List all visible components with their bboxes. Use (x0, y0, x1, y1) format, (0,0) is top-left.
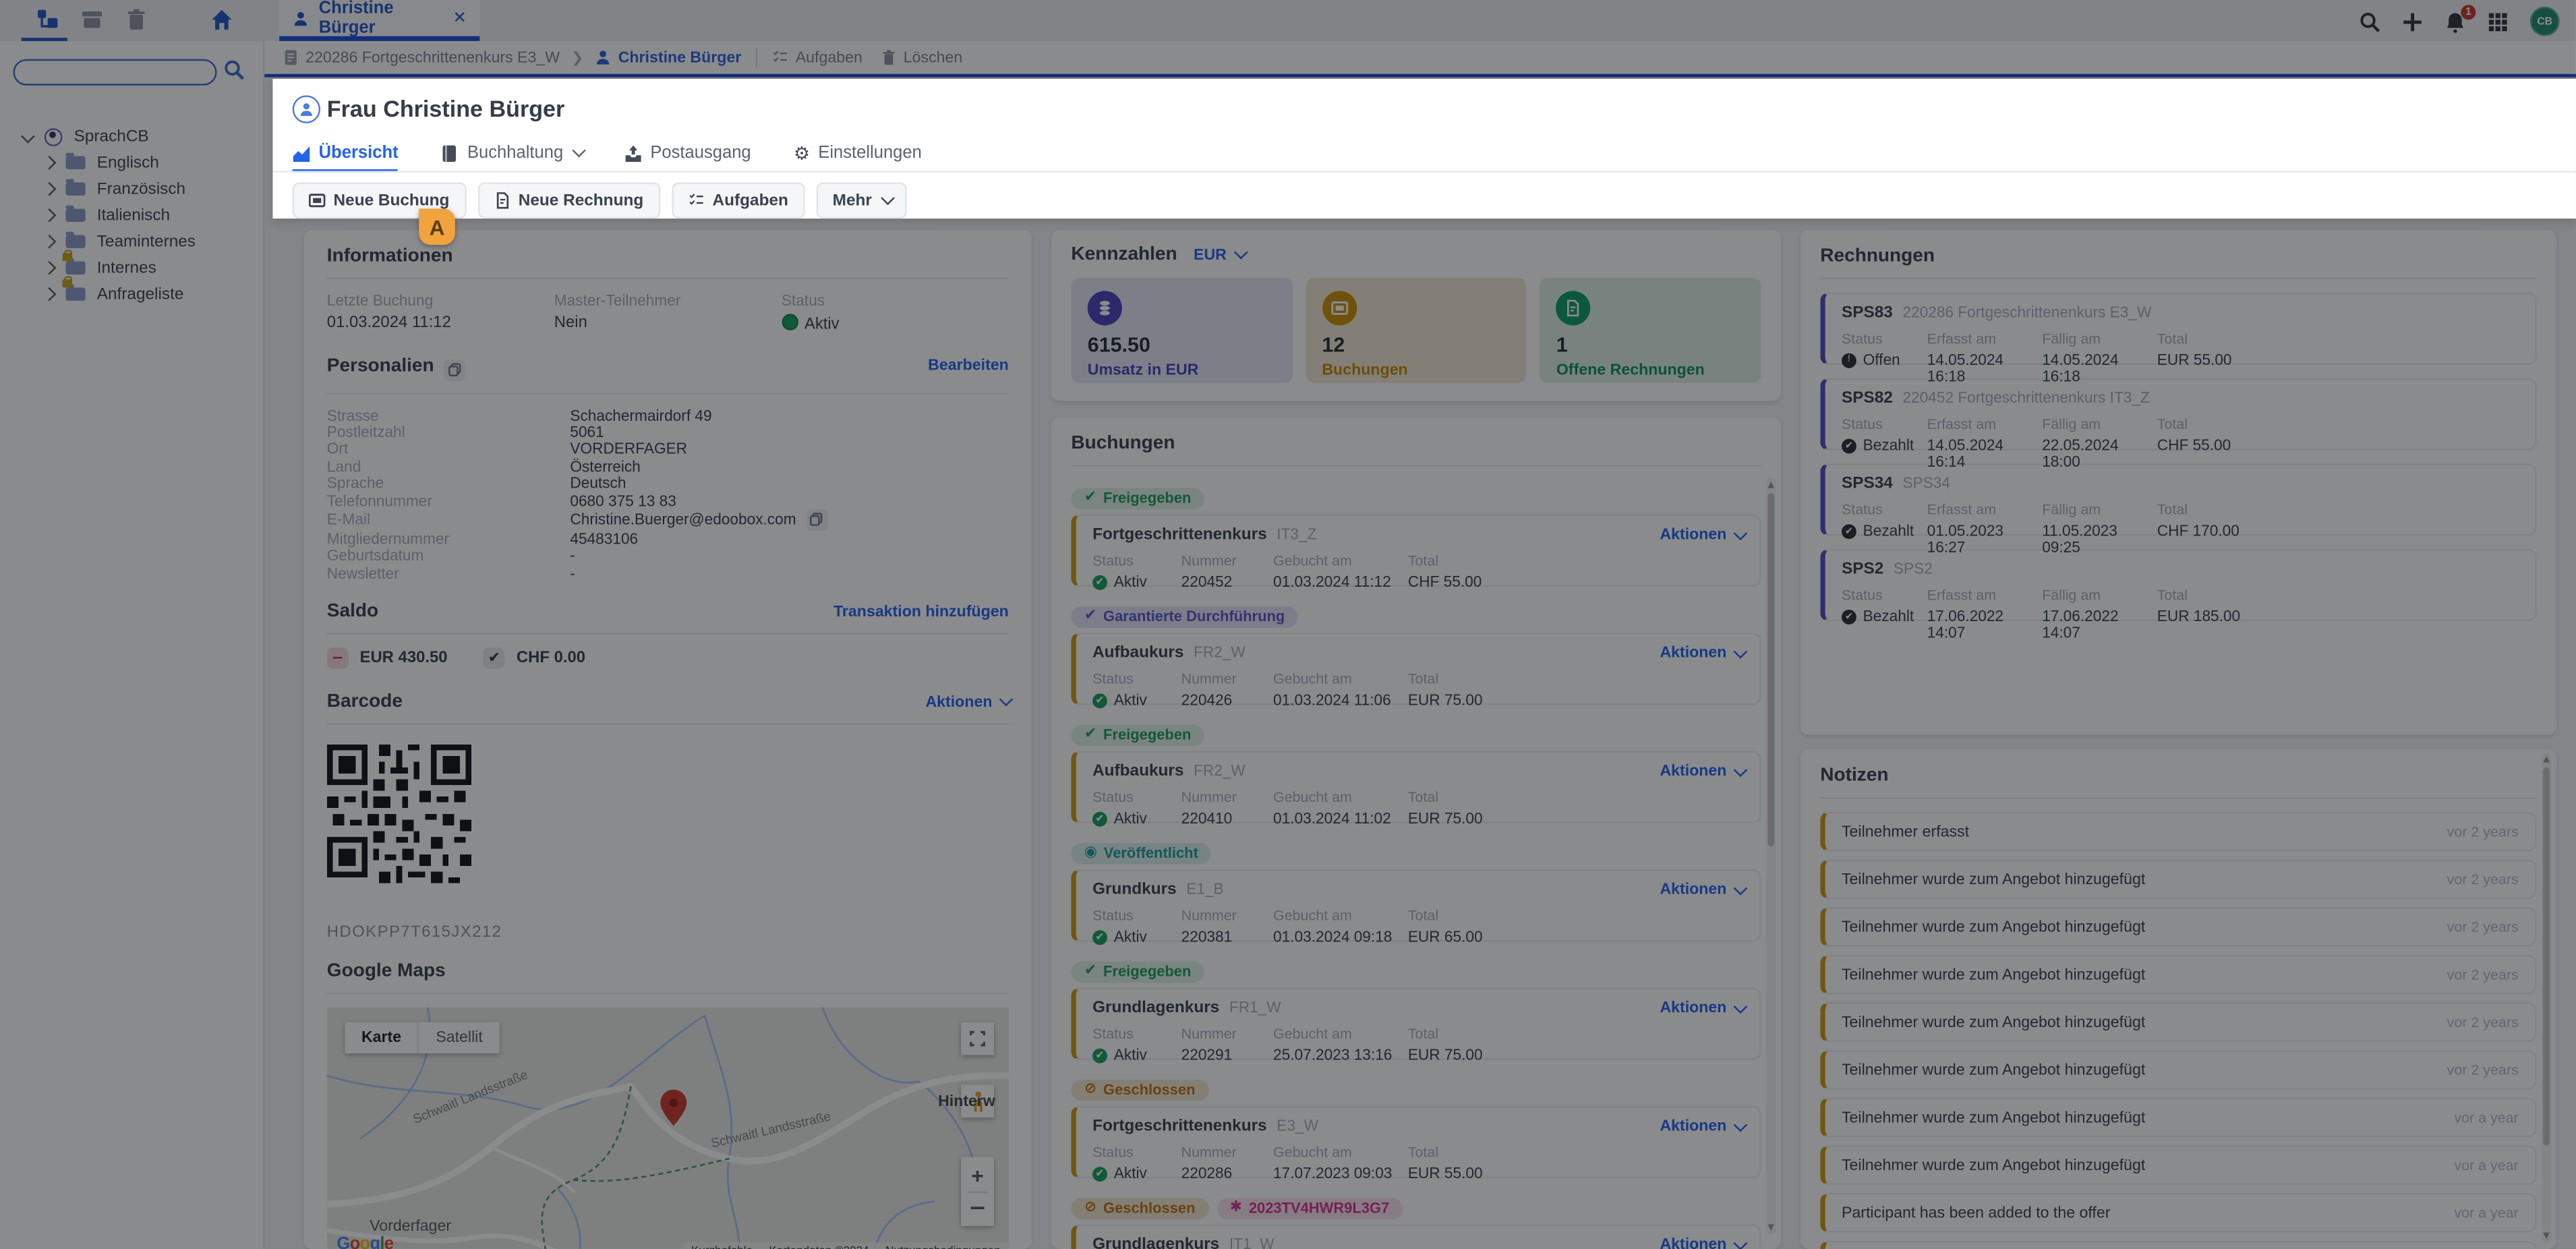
person-avatar-icon (293, 95, 320, 123)
book-icon (441, 144, 459, 162)
booking-icon (309, 192, 325, 208)
annotation-marker-a: A (419, 208, 455, 245)
tab-einstellungen[interactable]: ⚙ Einstellungen (794, 142, 922, 164)
upload-icon (624, 144, 642, 162)
tab-uebersicht[interactable]: Übersicht (293, 143, 399, 173)
page-title: Frau Christine Bürger (327, 95, 565, 121)
invoice-icon (494, 192, 510, 208)
task-list-icon (688, 192, 704, 208)
gear-icon: ⚙ (794, 142, 810, 164)
neue-rechnung-button[interactable]: Neue Rechnung (477, 182, 660, 219)
mehr-button[interactable]: Mehr (816, 182, 906, 219)
tab-postausgang[interactable]: Postausgang (624, 143, 751, 163)
tab-buchhaltung[interactable]: Buchhaltung (441, 143, 581, 163)
chart-icon (293, 144, 311, 162)
person-header-card: Frau Christine Bürger Übersicht Buchhalt… (272, 79, 2576, 219)
aufgaben-button[interactable]: Aufgaben (672, 182, 805, 219)
